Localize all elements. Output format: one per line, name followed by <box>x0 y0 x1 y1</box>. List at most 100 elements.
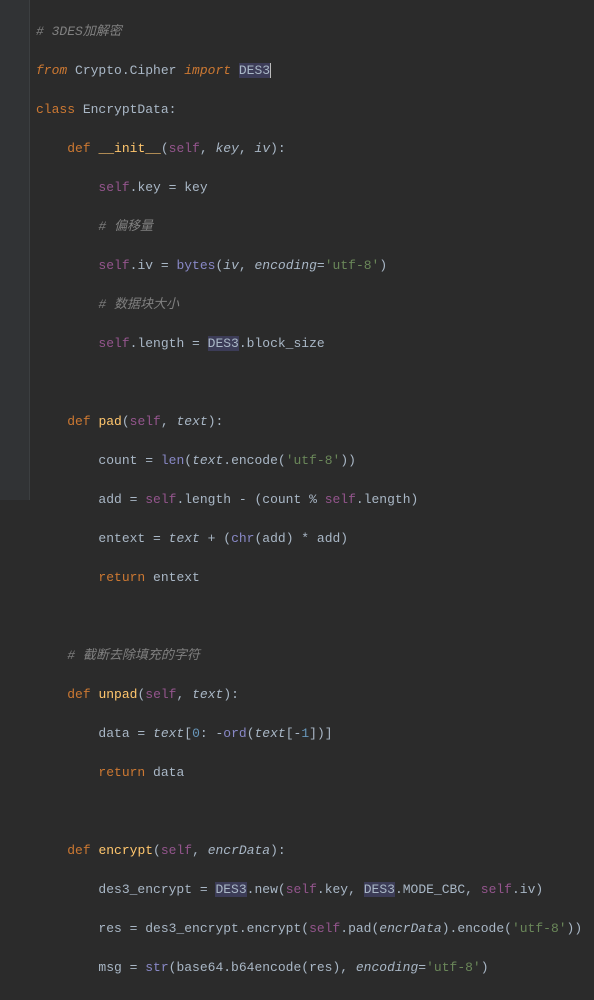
paren: ( <box>161 141 169 156</box>
code-editor[interactable]: # 3DES加解密 from Crypto.Cipher import DES3… <box>0 0 594 500</box>
code: ])] <box>309 726 332 741</box>
comma: , <box>200 141 216 156</box>
code: (base64.b64encode(res), <box>169 960 356 975</box>
kw-return: return <box>98 999 145 1000</box>
code: .iv) <box>512 882 543 897</box>
code: entext <box>145 570 200 585</box>
code: (add) * add) <box>254 531 348 546</box>
param: text <box>192 687 223 702</box>
sp <box>91 687 99 702</box>
builtin: bytes <box>176 258 215 273</box>
classref: DES3 <box>208 336 239 351</box>
paren: ( <box>184 453 192 468</box>
comment: # 3DES加解密 <box>36 24 122 39</box>
paren: )) <box>340 453 356 468</box>
self: self <box>309 921 340 936</box>
code: des3_encrypt = <box>98 882 215 897</box>
comma: , <box>161 414 177 429</box>
classref: DES3 <box>364 882 395 897</box>
code: .MODE_CBC, <box>395 882 481 897</box>
kwarg: encoding <box>255 258 317 273</box>
param: encrData <box>379 921 441 936</box>
paren: ) <box>379 258 387 273</box>
kw-def: def <box>67 843 90 858</box>
self: self <box>169 141 200 156</box>
code: .new( <box>247 882 286 897</box>
paren: ) <box>481 960 489 975</box>
param: text <box>169 531 200 546</box>
import-name: DES3 <box>239 63 271 78</box>
code: .key, <box>317 882 364 897</box>
def-name: encrypt <box>98 843 153 858</box>
param: text <box>192 453 223 468</box>
self: self <box>161 843 192 858</box>
paren: ( <box>247 726 255 741</box>
code: ).encode( <box>442 921 512 936</box>
self: self <box>481 882 512 897</box>
def-name: unpad <box>98 687 137 702</box>
paren: ( <box>122 414 130 429</box>
comma: , <box>239 141 255 156</box>
param: iv <box>223 258 239 273</box>
kw-return: return <box>98 765 145 780</box>
code: entext = <box>98 531 168 546</box>
code: data <box>145 765 184 780</box>
self: self <box>145 687 176 702</box>
code: .length) <box>356 492 418 507</box>
code: + ( <box>200 531 231 546</box>
string: 'utf-8' <box>426 960 481 975</box>
code: .block_size <box>239 336 325 351</box>
code: .key = key <box>130 180 208 195</box>
kw-return: return <box>98 570 145 585</box>
kw-from: from <box>36 63 67 78</box>
eq: = <box>317 258 325 273</box>
string: 'utf-8' <box>512 921 567 936</box>
sp <box>231 63 239 78</box>
string: 'utf-8' <box>286 453 341 468</box>
def-name: pad <box>98 414 121 429</box>
kw-def: def <box>67 687 90 702</box>
self: self <box>98 180 129 195</box>
code: : - <box>200 726 223 741</box>
self: self <box>286 882 317 897</box>
code: count = <box>98 453 160 468</box>
comment: # 数据块大小 <box>98 297 179 312</box>
comment: # 截断去除填充的字符 <box>67 648 200 663</box>
builtin: len <box>161 453 184 468</box>
code: msg = <box>98 960 145 975</box>
param: encrData <box>208 843 270 858</box>
code: add = <box>98 492 145 507</box>
eq: = <box>418 960 426 975</box>
gutter <box>0 0 30 500</box>
self: self <box>130 414 161 429</box>
code: data = <box>98 726 153 741</box>
paren: ( <box>153 843 161 858</box>
number: 0 <box>192 726 200 741</box>
code: .pad( <box>340 921 379 936</box>
param: text <box>153 726 184 741</box>
param: iv <box>255 141 271 156</box>
code: .length = <box>130 336 208 351</box>
comment: # 偏移量 <box>98 219 153 234</box>
code: msg <box>145 999 176 1000</box>
code: [ <box>184 726 192 741</box>
kw-import: import <box>184 63 231 78</box>
paren: ( <box>137 687 145 702</box>
code: .length - (count % <box>176 492 324 507</box>
code: res = des3_encrypt.encrypt( <box>98 921 309 936</box>
paren: ): <box>223 687 239 702</box>
param: text <box>176 414 207 429</box>
code-area[interactable]: # 3DES加解密 from Crypto.Cipher import DES3… <box>30 0 594 500</box>
self: self <box>145 492 176 507</box>
paren: ): <box>270 141 286 156</box>
paren: ): <box>270 843 286 858</box>
kwarg: encoding <box>356 960 418 975</box>
builtin: str <box>145 960 168 975</box>
code: .iv = <box>130 258 177 273</box>
self: self <box>98 258 129 273</box>
self: self <box>98 336 129 351</box>
builtin: ord <box>223 726 246 741</box>
kw-def: def <box>67 141 90 156</box>
code: .encode( <box>223 453 285 468</box>
param: key <box>216 141 239 156</box>
